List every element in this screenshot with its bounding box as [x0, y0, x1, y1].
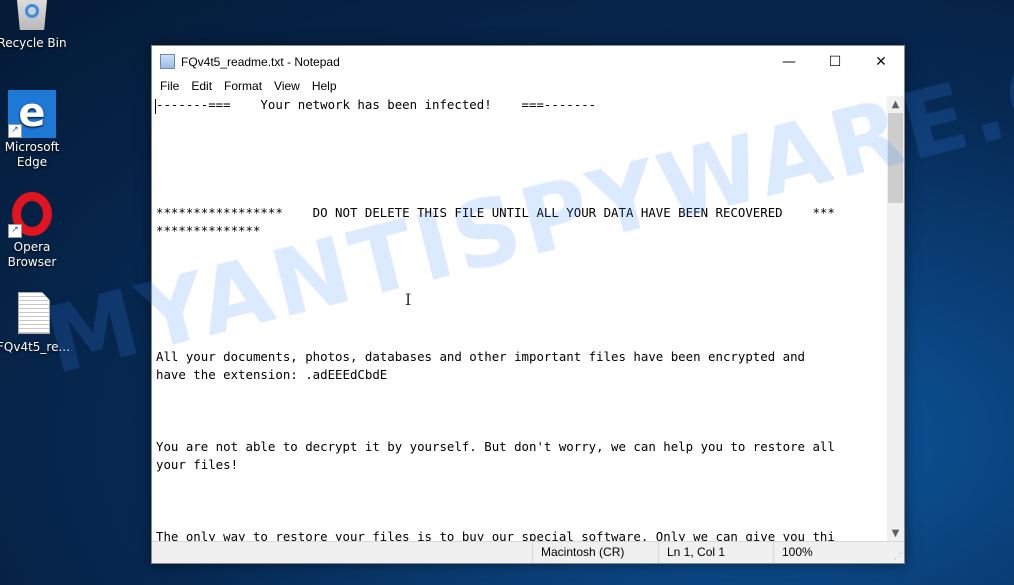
- desktop-icon-label: FQv4t5_re...: [0, 340, 70, 354]
- maximize-button[interactable]: ☐: [812, 46, 858, 77]
- desktop-icon-opera[interactable]: ↗ Opera Browser: [0, 190, 67, 270]
- mouse-ibeam-cursor-icon: I: [405, 290, 412, 309]
- text-editor[interactable]: -------=== Your network has been infecte…: [152, 96, 887, 542]
- status-line-ending: Macintosh (CR): [532, 542, 658, 563]
- status-zoom: 100%: [773, 542, 882, 563]
- document-text: -------=== Your network has been infecte…: [156, 97, 835, 542]
- notepad-window: FQv4t5_readme.txt - Notepad — ☐ ✕ File E…: [151, 45, 905, 564]
- window-title: FQv4t5_readme.txt - Notepad: [181, 54, 340, 69]
- desktop-icon-edge[interactable]: e ↗ Microsoft Edge: [0, 90, 67, 170]
- close-button[interactable]: ✕: [858, 46, 904, 77]
- text-caret: [155, 99, 156, 114]
- title-bar[interactable]: FQv4t5_readme.txt - Notepad — ☐ ✕: [152, 46, 904, 77]
- menu-file[interactable]: File: [155, 79, 186, 93]
- status-cursor-position: Ln 1, Col 1: [658, 542, 775, 563]
- menu-bar: File Edit Format View Help: [152, 77, 904, 95]
- desktop-icon-label: Recycle Bin: [0, 36, 67, 50]
- resize-grip-icon[interactable]: ⋰: [894, 552, 902, 561]
- text-file-icon: [8, 290, 56, 338]
- status-bar: Macintosh (CR) Ln 1, Col 1 100% ⋰: [152, 541, 904, 563]
- recycle-bin-icon: [8, 0, 56, 34]
- scroll-down-icon[interactable]: ▼: [887, 525, 904, 542]
- shortcut-arrow-icon: ↗: [8, 224, 22, 238]
- menu-edit[interactable]: Edit: [186, 79, 219, 93]
- shortcut-arrow-icon: ↗: [8, 124, 22, 138]
- desktop-icon-readme-file[interactable]: FQv4t5_re...: [0, 290, 70, 355]
- menu-view[interactable]: View: [269, 79, 307, 93]
- scrollbar-thumb[interactable]: [888, 113, 903, 203]
- scroll-up-icon[interactable]: ▲: [887, 96, 904, 113]
- desktop-icon-recycle-bin[interactable]: Recycle Bin: [0, 0, 67, 51]
- notepad-icon: [160, 54, 175, 69]
- desktop-icon-label: Opera Browser: [7, 240, 57, 269]
- menu-format[interactable]: Format: [219, 79, 269, 93]
- minimize-button[interactable]: —: [766, 46, 812, 77]
- opera-icon: ↗: [8, 190, 56, 238]
- desktop-icon-label: Microsoft Edge: [4, 140, 60, 169]
- menu-help[interactable]: Help: [307, 79, 344, 93]
- vertical-scrollbar[interactable]: ▲ ▼: [887, 96, 904, 542]
- edge-icon: e ↗: [8, 90, 56, 138]
